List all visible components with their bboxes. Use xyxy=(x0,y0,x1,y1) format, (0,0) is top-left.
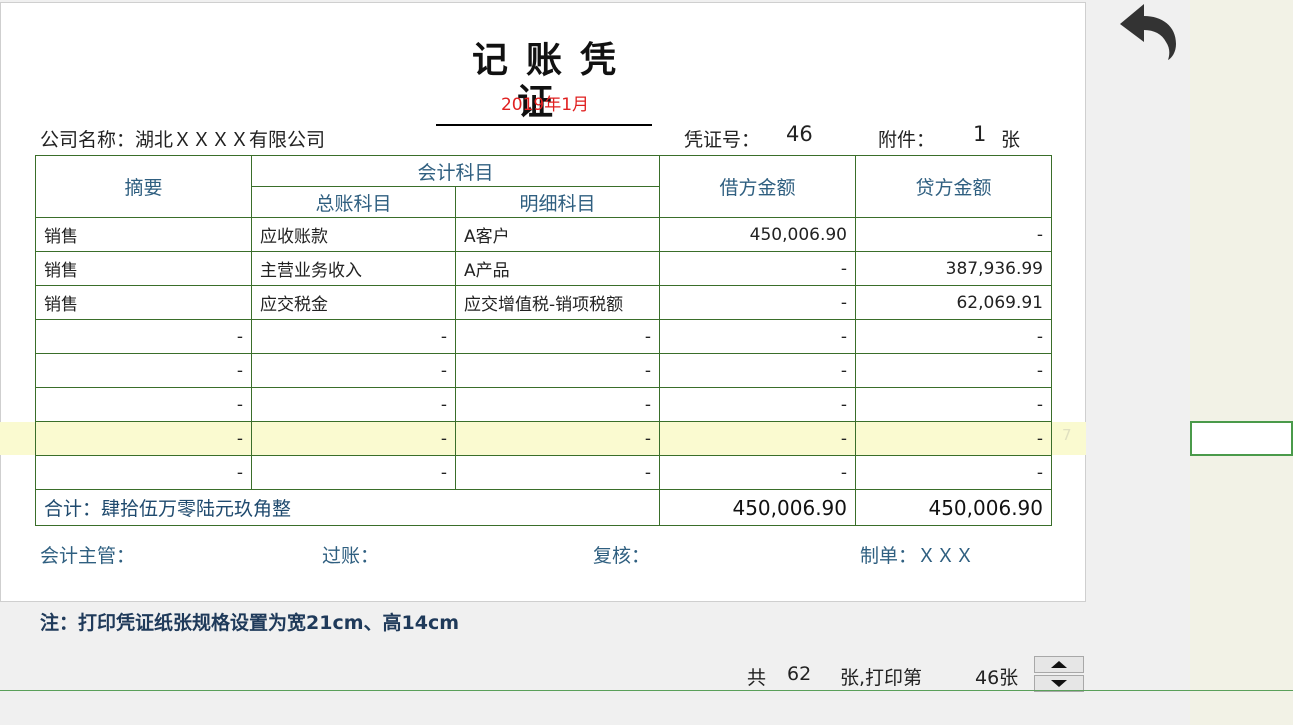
cell-detail[interactable]: A产品 xyxy=(455,251,660,286)
total-credit: 450,006.90 xyxy=(855,489,1052,526)
cell-debit[interactable]: - xyxy=(659,421,856,456)
cell-summary[interactable]: - xyxy=(35,319,252,354)
cell-detail[interactable]: 应交增值税-销项税额 xyxy=(455,285,660,320)
voucher-period: 2019年1月 xyxy=(500,95,590,115)
chevron-up-icon xyxy=(1051,661,1067,668)
cell-general[interactable]: - xyxy=(251,387,456,422)
pager-middle: 张,打印第 xyxy=(840,667,923,689)
table-row: 销售 应收账款 A客户 450,006.90 - xyxy=(35,217,1052,252)
header-summary: 摘要 xyxy=(35,155,252,218)
row-number: 7 xyxy=(1062,426,1072,444)
total-amount-in-words: 合计：肆拾伍万零陆元玖角整 xyxy=(35,489,660,526)
divider-line xyxy=(0,690,1293,691)
cell-general[interactable]: 主营业务收入 xyxy=(251,251,456,286)
cell-detail[interactable]: - xyxy=(455,455,660,490)
cell-credit[interactable]: - xyxy=(855,353,1052,388)
signature-supervisor: 会计主管： xyxy=(40,545,136,567)
company-name: 公司名称：湖北ＸＸＸＸ有限公司 xyxy=(40,129,326,151)
selected-cell[interactable] xyxy=(1190,421,1293,456)
table-row: 销售 应交税金 应交增值税-销项税额 - 62,069.91 xyxy=(35,285,1052,320)
header-general-ledger: 总账科目 xyxy=(251,186,456,218)
cell-detail[interactable]: - xyxy=(455,319,660,354)
cell-debit[interactable]: - xyxy=(659,319,856,354)
print-note: 注：打印凭证纸张规格设置为宽21cm、高14cm xyxy=(40,612,460,634)
spin-up-button[interactable] xyxy=(1034,656,1084,673)
table-row: - - - - - xyxy=(35,421,1052,456)
cell-summary[interactable]: - xyxy=(35,421,252,456)
cell-detail[interactable]: - xyxy=(455,421,660,456)
cell-credit[interactable]: 62,069.91 xyxy=(855,285,1052,320)
chevron-down-icon xyxy=(1051,680,1067,687)
table-row: - - - - - xyxy=(35,455,1052,490)
cell-credit[interactable]: - xyxy=(855,387,1052,422)
cell-summary[interactable]: 销售 xyxy=(35,251,252,286)
attachment-unit: 张 xyxy=(1001,129,1021,151)
cell-summary[interactable]: - xyxy=(35,455,252,490)
cell-debit[interactable]: - xyxy=(659,455,856,490)
cell-detail[interactable]: - xyxy=(455,387,660,422)
pager-total-prefix: 共 xyxy=(747,667,767,689)
total-debit: 450,006.90 xyxy=(659,489,856,526)
cell-debit[interactable]: - xyxy=(659,387,856,422)
total-row: 合计：肆拾伍万零陆元玖角整 450,006.90 450,006.90 xyxy=(35,489,1052,526)
cell-debit[interactable]: - xyxy=(659,353,856,388)
cell-general[interactable]: 应收账款 xyxy=(251,217,456,252)
undo-arrow-icon[interactable] xyxy=(1114,0,1180,62)
cell-general[interactable]: - xyxy=(251,421,456,456)
right-panel xyxy=(1190,0,1293,725)
cell-credit[interactable]: 387,936.99 xyxy=(855,251,1052,286)
cell-credit[interactable]: - xyxy=(855,319,1052,354)
cell-summary[interactable]: 销售 xyxy=(35,285,252,320)
cell-general[interactable]: 应交税金 xyxy=(251,285,456,320)
signature-preparer: 制单：ＸＸＸ xyxy=(860,545,975,567)
cell-credit[interactable]: - xyxy=(855,421,1052,456)
cell-general[interactable]: - xyxy=(251,455,456,490)
cell-general[interactable]: - xyxy=(251,353,456,388)
header-debit: 借方金额 xyxy=(659,155,856,218)
pager-current[interactable]: 46张 xyxy=(975,663,1018,690)
table-row: - - - - - xyxy=(35,353,1052,388)
signature-review: 复核： xyxy=(593,545,651,567)
cell-summary[interactable]: 销售 xyxy=(35,217,252,252)
header-detail: 明细科目 xyxy=(455,186,660,218)
cell-debit[interactable]: - xyxy=(659,285,856,320)
pager-total: 62 xyxy=(787,663,812,685)
attachment-label: 附件： xyxy=(878,129,936,151)
page-spinner[interactable] xyxy=(1034,656,1084,692)
cell-summary[interactable]: - xyxy=(35,353,252,388)
voucher-no[interactable]: 46 xyxy=(786,122,813,146)
signature-posting: 过账： xyxy=(322,545,380,567)
table-row: - - - - - xyxy=(35,387,1052,422)
cell-debit[interactable]: - xyxy=(659,251,856,286)
header-account-group: 会计科目 xyxy=(251,155,660,187)
voucher-table: 摘要 会计科目 借方金额 贷方金额 总账科目 明细科目 销售 应收账款 A客户 … xyxy=(35,155,1052,526)
table-row: - - - - - xyxy=(35,319,1052,354)
voucher-no-label: 凭证号： xyxy=(684,129,761,151)
table-row: 销售 主营业务收入 A产品 - 387,936.99 xyxy=(35,251,1052,286)
attachment-count[interactable]: 1 xyxy=(973,122,986,146)
cell-detail[interactable]: - xyxy=(455,353,660,388)
cell-summary[interactable]: - xyxy=(35,387,252,422)
cell-detail[interactable]: A客户 xyxy=(455,217,660,252)
cell-credit[interactable]: - xyxy=(855,455,1052,490)
cell-credit[interactable]: - xyxy=(855,217,1052,252)
header-credit: 贷方金额 xyxy=(855,155,1052,218)
cell-debit[interactable]: 450,006.90 xyxy=(659,217,856,252)
cell-general[interactable]: - xyxy=(251,319,456,354)
